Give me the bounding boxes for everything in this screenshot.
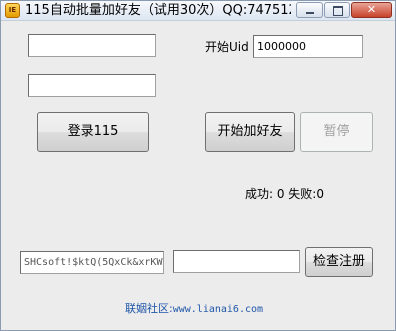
app-window: IE 115自动批量加好友（试用30次）QQ:7475129... ✕ 开始Ui…: [0, 0, 396, 331]
pause-button[interactable]: 暂停: [300, 112, 373, 152]
check-register-button[interactable]: 检查注册: [305, 247, 373, 277]
maximize-icon: [333, 6, 343, 16]
start-uid-label: 开始Uid: [205, 40, 249, 54]
start-uid-field[interactable]: 1000000: [253, 35, 363, 58]
account-field[interactable]: [28, 34, 156, 57]
close-button[interactable]: ✕: [351, 2, 392, 18]
window-title: 115自动批量加好友（试用30次）QQ:7475129...: [25, 3, 291, 18]
close-icon: ✕: [366, 3, 377, 16]
serial-field[interactable]: SHCsoft!$ktQ(5QxCk&xrKW$: [20, 251, 164, 274]
login-button[interactable]: 登录115: [37, 112, 149, 152]
app-icon[interactable]: IE: [5, 3, 20, 18]
maximize-button[interactable]: [324, 2, 350, 18]
minimize-icon: [306, 12, 314, 14]
footer-label: 联姻社区:: [125, 302, 173, 315]
start-add-friends-button[interactable]: 开始加好友: [205, 112, 295, 152]
footer-link[interactable]: 联姻社区:www.lianai6.com: [125, 302, 263, 317]
footer-url[interactable]: www.lianai6.com: [173, 304, 263, 315]
register-code-field[interactable]: [173, 250, 300, 273]
password-field[interactable]: [28, 74, 156, 97]
status-text: 成功: 0 失败:0: [245, 187, 324, 201]
minimize-button[interactable]: [296, 2, 323, 18]
title-bar[interactable]: IE 115自动批量加好友（试用30次）QQ:7475129... ✕: [1, 1, 395, 21]
